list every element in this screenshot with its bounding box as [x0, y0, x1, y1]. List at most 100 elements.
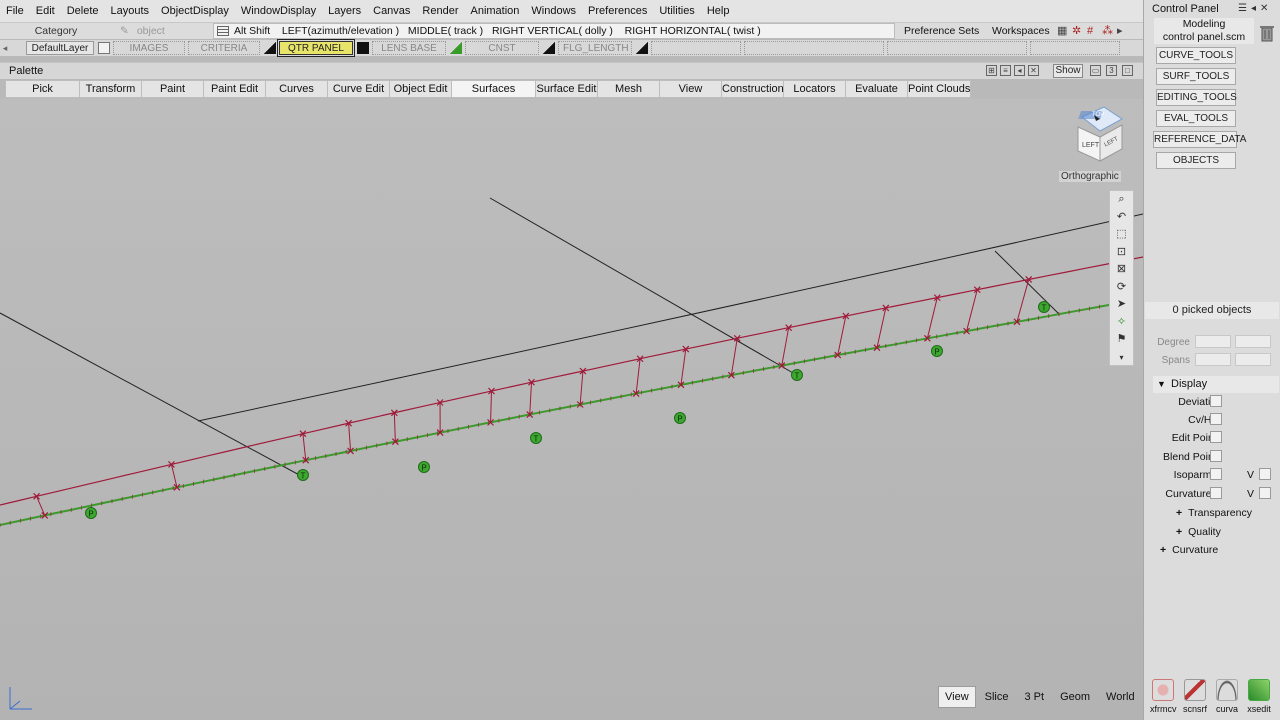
reference-data-button[interactable]: REFERENCE_DATA [1153, 131, 1246, 148]
panel-list-icon[interactable]: ☰ [1238, 3, 1247, 14]
tab-curve-edit[interactable]: Curve Edit [328, 81, 390, 97]
grid-icon[interactable]: ▦ [1057, 25, 1069, 37]
transparency-expander[interactable]: + Transparency [1176, 507, 1252, 519]
layer-criteria-swatch[interactable] [264, 42, 276, 54]
menu-canvas[interactable]: Canvas [367, 0, 416, 23]
layer-flg-length[interactable]: FLG_LENGTH [558, 41, 632, 55]
frame-selected-icon[interactable]: ⊠ [1110, 261, 1133, 279]
more-icon[interactable]: ▾ [1110, 349, 1133, 367]
isoparm-u-checkbox[interactable] [1210, 468, 1222, 480]
layer-cnst[interactable]: CNST [465, 41, 539, 55]
deviation-checkbox[interactable] [1210, 395, 1222, 407]
three-view-icon[interactable]: 3 [1106, 65, 1117, 76]
arrow-right-icon[interactable]: ▸ [1117, 25, 1129, 37]
panel-back-icon[interactable]: ◂ [1251, 3, 1256, 14]
tangent-marker[interactable]: T [297, 469, 309, 481]
curve-point-marker[interactable]: P [418, 461, 430, 473]
menu-animation[interactable]: Animation [465, 0, 526, 23]
world-button[interactable]: World [1099, 686, 1142, 708]
workspaces-button[interactable]: Workspaces [992, 23, 1050, 39]
menu-windows[interactable]: Windows [525, 0, 582, 23]
spans-field-2[interactable] [1235, 353, 1271, 366]
panel-file-dropdown[interactable]: control panel.scm [1154, 31, 1254, 44]
category-selector[interactable]: Category [0, 25, 112, 37]
modeling-viewport[interactable]: P T P T P T P T TOP LEFT LEFT ⌂ Orthographic ⌕ … [0, 99, 1143, 720]
menu-utilities[interactable]: Utilities [653, 0, 700, 23]
layer-default-swatch[interactable] [98, 42, 110, 54]
menu-layers[interactable]: Layers [322, 0, 367, 23]
curvature-v-checkbox[interactable] [1259, 487, 1271, 499]
layer-flg-length-swatch[interactable] [636, 42, 648, 54]
tab-curves[interactable]: Curves [266, 81, 328, 97]
shelf-item-xfrmcv[interactable]: xfrmcv [1150, 676, 1177, 714]
palette-list-icon[interactable]: ≡ [1000, 65, 1011, 76]
layer-qtr-panel[interactable]: QTR PANEL [277, 39, 355, 57]
tab-locators[interactable]: Locators [784, 81, 846, 97]
view-cube[interactable]: TOP LEFT LEFT ⌂ [1064, 99, 1130, 173]
quality-expander[interactable]: + Quality [1176, 526, 1221, 538]
palette-layout-icon[interactable]: ⊞ [986, 65, 997, 76]
frame-all-icon[interactable]: ⊡ [1110, 244, 1133, 262]
tab-paint-edit[interactable]: Paint Edit [204, 81, 266, 97]
layer-lens-base[interactable]: LENS BASE [372, 41, 446, 55]
tab-surface-edit[interactable]: Surface Edit [536, 81, 598, 97]
blend-points-checkbox[interactable] [1210, 450, 1222, 462]
menu-help[interactable]: Help [701, 0, 736, 23]
tab-construction[interactable]: Construction [722, 81, 784, 97]
tab-object-edit[interactable]: Object Edit [390, 81, 452, 97]
menu-layouts[interactable]: Layouts [105, 0, 156, 23]
bookmark-icon[interactable]: ⚑ [1110, 331, 1133, 349]
menu-file[interactable]: File [0, 0, 30, 23]
maximize-icon[interactable]: □ [1122, 65, 1133, 76]
layer-empty-2[interactable] [744, 41, 884, 55]
tab-mesh[interactable]: Mesh [598, 81, 660, 97]
edit-points-checkbox[interactable] [1210, 431, 1222, 443]
picked-objects-count[interactable]: 0 picked objects [1145, 302, 1279, 319]
curvature-u-checkbox[interactable] [1210, 487, 1222, 499]
curve-point-marker[interactable]: P [674, 412, 686, 424]
preference-sets-button[interactable]: Preference Sets [904, 23, 979, 39]
tab-pick[interactable]: Pick [6, 81, 80, 97]
curve-tools-button[interactable]: CURVE_TOOLS [1156, 47, 1236, 64]
tab-surfaces[interactable]: Surfaces [452, 81, 536, 97]
menu-windowdisplay[interactable]: WindowDisplay [235, 0, 322, 23]
menu-render[interactable]: Render [416, 0, 464, 23]
eval-tools-button[interactable]: EVAL_TOOLS [1156, 110, 1236, 127]
objects-button[interactable]: OBJECTS [1156, 152, 1236, 169]
flyby-icon[interactable]: ✧ [1110, 314, 1133, 332]
panel-close-icon[interactable]: ✕ [1260, 3, 1268, 14]
shelf-item-curva[interactable]: curva [1214, 676, 1240, 714]
undo-view-icon[interactable]: ↶ [1110, 209, 1133, 227]
single-view-icon[interactable]: ▭ [1090, 65, 1101, 76]
menu-objectdisplay[interactable]: ObjectDisplay [155, 0, 235, 23]
tab-view[interactable]: View [660, 81, 722, 97]
view-button[interactable]: View [938, 686, 976, 708]
tab-paint[interactable]: Paint [142, 81, 204, 97]
tab-point-clouds[interactable]: Point Clouds [908, 81, 970, 97]
object-selector[interactable]: ✎ object [112, 25, 202, 37]
spans-field-1[interactable] [1195, 353, 1231, 366]
menu-preferences[interactable]: Preferences [582, 0, 653, 23]
layer-cnst-swatch[interactable] [543, 42, 555, 54]
curvature-expander[interactable]: + Curvature [1160, 544, 1218, 556]
snap-grid-icon[interactable]: # [1087, 25, 1099, 37]
layer-criteria[interactable]: CRITERIA [188, 41, 260, 55]
zoom-icon[interactable]: ⌕ [1110, 191, 1133, 209]
tab-transform[interactable]: Transform [80, 81, 142, 97]
cv-hull-checkbox[interactable] [1210, 413, 1222, 425]
palette-close-icon[interactable]: ✕ [1028, 65, 1039, 76]
orbit-icon[interactable]: ⟳ [1110, 279, 1133, 297]
menu-delete[interactable]: Delete [61, 0, 105, 23]
menu-edit[interactable]: Edit [30, 0, 61, 23]
shelf-item-scnsrf[interactable]: scnsrf [1182, 676, 1208, 714]
layer-empty-4[interactable] [1030, 41, 1120, 55]
three-pt-button[interactable]: 3 Pt [1018, 686, 1052, 708]
trash-icon[interactable] [1259, 24, 1275, 42]
degree-field-2[interactable] [1235, 335, 1271, 348]
box-icon[interactable]: ⬚ [1110, 226, 1133, 244]
geom-button[interactable]: Geom [1053, 686, 1097, 708]
layer-qtr-panel-swatch[interactable] [357, 42, 369, 54]
tangent-marker[interactable]: T [791, 369, 803, 381]
display-section-header[interactable]: ▼ Display [1153, 376, 1279, 393]
magnet-icon[interactable]: ⁂ [1102, 25, 1114, 37]
